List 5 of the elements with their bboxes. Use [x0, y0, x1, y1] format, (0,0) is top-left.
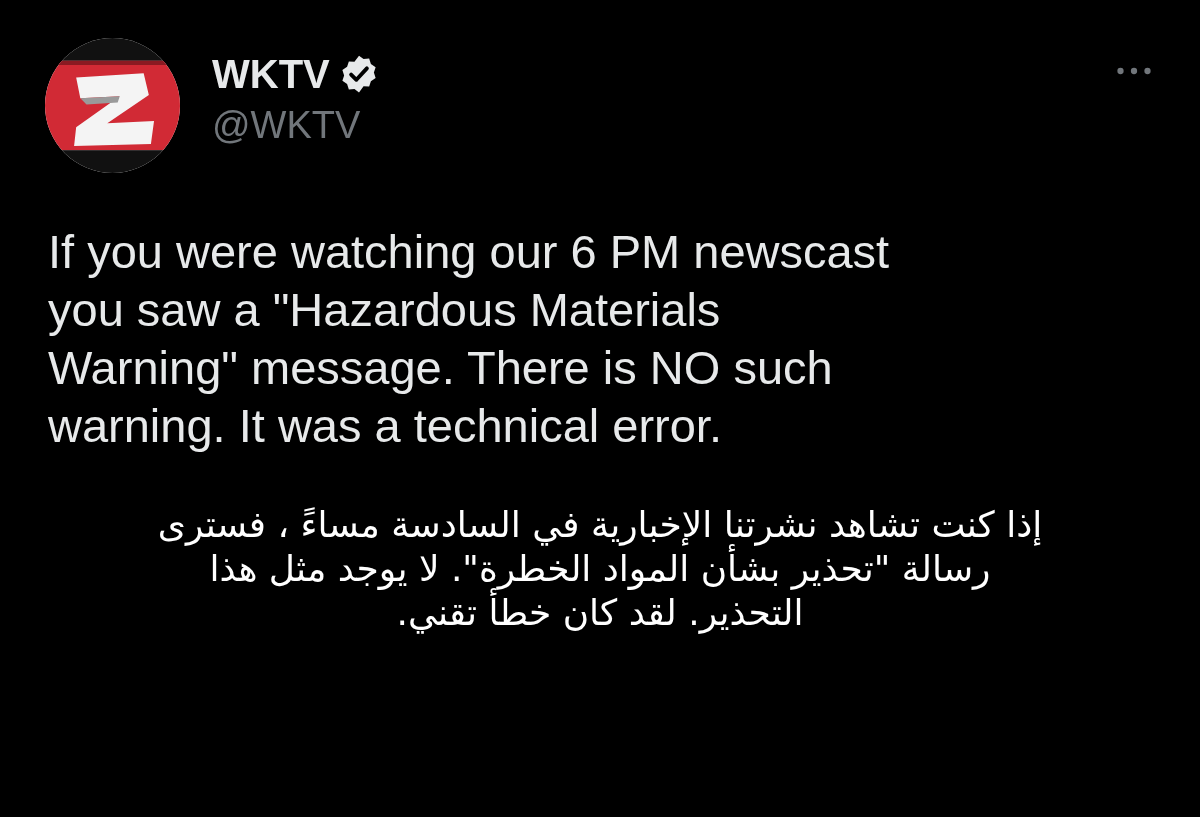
author-name[interactable]: WKTV	[212, 50, 330, 98]
more-options-icon[interactable]	[1116, 66, 1152, 76]
author-handle[interactable]: @WKTV	[212, 102, 380, 148]
arabic-caption: إذا كنت تشاهد نشرتنا الإخبارية في السادسة مساءً ، فسترى رسالة "تحذير بشأن المواد الخطرة". لا يوجد مثل هذا التحذير. لقد كان خطأ تقني.	[156, 503, 1044, 635]
tweet-text: If you were watching our 6 PM newscast you saw a "Hazardous Materials Warning" message. There is NO such warning. It was a technical error.	[48, 224, 891, 454]
